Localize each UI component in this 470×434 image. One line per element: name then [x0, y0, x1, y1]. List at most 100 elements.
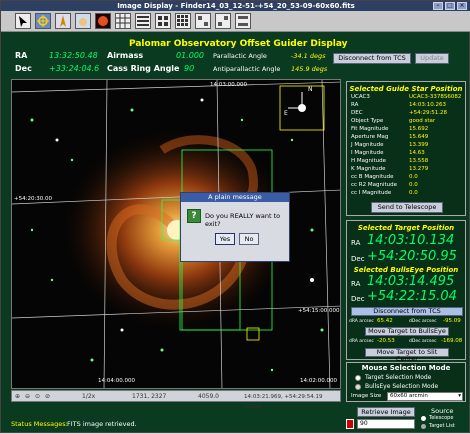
grid-5-icon[interactable]: [215, 13, 231, 29]
compass-icon[interactable]: [55, 13, 71, 29]
guide-star-row-label: Aperture Mag: [351, 134, 389, 140]
color-swatch[interactable]: [346, 419, 354, 429]
pixel-value: 4059.0: [198, 393, 219, 400]
sky-image-panel[interactable]: N E 14:03:00.000 +54:20:30.00 +54:15:00.…: [11, 79, 341, 389]
guide-star-row-label: cc R2 Magnitude: [351, 182, 398, 188]
status-area: Status Messages: FITS image retrieved. R…: [1, 406, 470, 434]
antiparallactic-label: Antiparallactic Angle: [213, 65, 281, 73]
image-size-value: 60x60 arcmin: [390, 393, 428, 399]
guide-star-row-label: Object Type: [351, 118, 384, 124]
zoom-fit-icon[interactable]: ⊙: [35, 392, 40, 402]
bullseye-title: Selected BullsEye Position: [353, 266, 459, 274]
target-dec-value: +54:20:50.95: [367, 249, 457, 264]
offset1-ra-value: 65.42: [377, 318, 393, 324]
grid-icon[interactable]: [115, 13, 131, 29]
no-button[interactable]: No: [239, 233, 259, 245]
guide-star-row-value: 14:03:10.263: [409, 102, 446, 108]
circle-icon[interactable]: [95, 13, 111, 29]
target-mode-radio[interactable]: [355, 375, 361, 381]
status-label: Status Messages:: [11, 420, 68, 428]
zoom-reset-icon[interactable]: ⊘: [45, 392, 50, 402]
dialog-message: Do you REALLY want to exit?: [205, 212, 281, 228]
yes-button[interactable]: Yes: [215, 233, 235, 245]
guide-star-panel: Selected Guide Star Position UCAC3 UCAC3-…: [346, 81, 466, 216]
grid-3-icon[interactable]: [175, 13, 191, 29]
offset2-dec-value: -169.08: [441, 338, 463, 344]
guide-star-row-value: 13.279: [409, 166, 429, 172]
target-list-radio[interactable]: [421, 424, 426, 429]
minimize-icon[interactable]: –: [433, 2, 443, 10]
source-label: Source: [431, 407, 454, 415]
dialog-title: A plain message: [181, 193, 289, 202]
bullseye-ra-label: RA: [351, 280, 361, 288]
dec-value: +33:24:04.6: [49, 64, 100, 73]
zoom-in-icon[interactable]: ⊕: [15, 392, 20, 402]
table-2-icon[interactable]: [155, 13, 171, 29]
retrieve-image-button[interactable]: Retrieve Image: [357, 407, 415, 417]
field-input-value: 90: [360, 420, 368, 427]
pointer-icon[interactable]: [15, 13, 31, 29]
guide-star-row-label: cc B Magnitude: [351, 174, 394, 180]
offset1-dec-value: -95.09: [443, 318, 461, 324]
bullseye-mode-label[interactable]: BullsEye Selection Mode: [365, 383, 438, 390]
antiparallactic-value: 145.9 degs: [291, 65, 328, 73]
mouse-mode-panel: Mouse Selection Mode Target Selection Mo…: [346, 362, 466, 402]
sky-coords: 14:03:21.969, +54:29:54.19 (2000): [244, 394, 323, 410]
guide-star-row-value: 14.63: [409, 150, 425, 156]
bullseye-dec-label: Dec: [351, 295, 365, 303]
exit-confirm-dialog: A plain message ? Do you REALLY want to …: [180, 192, 290, 262]
cass-ring-label: Cass Ring Angle: [107, 64, 180, 73]
bullseye-ra-value: 14:03:14.495: [367, 274, 455, 289]
zoom-out-icon[interactable]: ⊖: [25, 392, 30, 402]
guide-star-row-value: 13.558: [409, 158, 429, 164]
airmass-value: 01.000: [176, 51, 204, 60]
parallactic-label: Parallactic Angle: [213, 52, 267, 60]
telescope-radio[interactable]: [421, 416, 426, 421]
table-icon[interactable]: [135, 13, 151, 29]
update-button[interactable]: Update: [415, 53, 449, 64]
guide-star-row-value: 13.399: [409, 142, 429, 148]
guide-star-row-value: good star: [409, 118, 436, 124]
grid-6-icon[interactable]: [235, 13, 251, 29]
guide-star-row-value: UCAC3-3378S6082: [409, 94, 462, 100]
image-display-window: Image Display - Finder14_03_12-51-+54_20…: [0, 0, 470, 433]
guide-star-row-label: J Magnitude: [351, 142, 384, 148]
field-input[interactable]: 90: [357, 419, 415, 429]
disconnect-tcs-button[interactable]: Disconnect from TCS: [333, 53, 411, 64]
grid-label-top: 14:03:00.000: [210, 82, 247, 88]
image-size-select[interactable]: 60x60 arcmin ▾: [387, 392, 463, 401]
offset1-ra-label: dRA arcsec: [349, 319, 374, 324]
mouse-mode-title: Mouse Selection Mode: [361, 364, 451, 372]
parallactic-value: -34.1 degs: [291, 52, 326, 60]
image-size-label: Image Size: [351, 393, 382, 399]
guide-star-row-value: +54:29:51.28: [409, 110, 448, 116]
maximize-icon[interactable]: □: [445, 2, 455, 10]
bullseye-mode-radio[interactable]: [355, 384, 361, 390]
send-to-telescope-button[interactable]: Send to Telescope: [371, 202, 443, 213]
hand-icon[interactable]: [75, 13, 91, 29]
target-mode-label[interactable]: Target Selection Mode: [365, 374, 431, 381]
ra-label: RA: [15, 51, 28, 60]
target-disconnect-tcs-button[interactable]: Disconnect from TCS: [351, 307, 463, 316]
sky-image[interactable]: [12, 80, 341, 389]
close-icon[interactable]: ×: [457, 2, 467, 10]
grid-label-right: +54:15:00.000: [298, 308, 340, 314]
pixel-coords: 1731, 2327: [132, 393, 167, 400]
target-dec-label: Dec: [351, 255, 365, 263]
offset1-dec-label: dDec arcsec: [409, 319, 437, 324]
guide-star-row-label: DEC: [351, 110, 363, 116]
guide-star-row-label: Fit Magnitude: [351, 126, 389, 132]
target-ra-label: RA: [351, 239, 361, 247]
guide-star-row-label: H Magnitude: [351, 158, 387, 164]
crosshair-icon[interactable]: [35, 13, 51, 29]
target-title: Selected Target Position: [357, 224, 455, 232]
grid-4-icon[interactable]: [195, 13, 211, 29]
telescope-label: Telescope: [429, 415, 454, 421]
guide-star-row-value: 0.0: [409, 182, 418, 188]
grid-label-bottom-left: 14:04:00.000: [98, 378, 135, 384]
move-to-slit-center-button[interactable]: Move Target to Slit Center: [365, 348, 449, 363]
question-icon: ?: [187, 209, 201, 223]
guide-star-row-label: K Magnitude: [351, 166, 386, 172]
offset2-dec-label: dDec arcsec: [409, 339, 437, 344]
move-to-bullseye-button[interactable]: Move Target to BullsEye: [365, 327, 449, 336]
